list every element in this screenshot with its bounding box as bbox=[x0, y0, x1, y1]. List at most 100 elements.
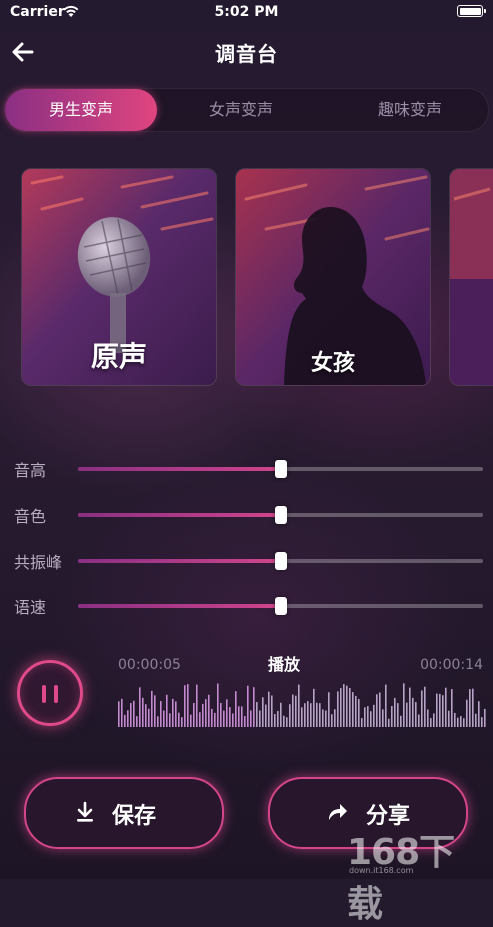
waveform-bar bbox=[298, 684, 300, 727]
waveform-bar bbox=[169, 713, 171, 727]
waveform-bar bbox=[313, 688, 315, 727]
waveform-bar bbox=[382, 709, 384, 727]
save-button[interactable]: 保存 bbox=[24, 777, 224, 849]
waveform-bar bbox=[397, 703, 399, 727]
waveform-bar bbox=[367, 706, 369, 727]
waveform-bar bbox=[205, 699, 207, 727]
waveform-bar bbox=[268, 691, 270, 727]
waveform-bar bbox=[436, 693, 438, 727]
slider-fill bbox=[78, 604, 281, 608]
waveform-bar bbox=[235, 691, 237, 727]
waveform-bar bbox=[238, 706, 240, 727]
slider-thumb[interactable] bbox=[274, 552, 287, 570]
slider-formant: 共振峰 bbox=[0, 545, 493, 575]
waveform-bar bbox=[448, 710, 450, 727]
waveform-bar bbox=[370, 711, 372, 727]
waveform-bar bbox=[415, 702, 417, 727]
waveform-bar bbox=[121, 698, 123, 727]
waveform-bar bbox=[181, 717, 183, 727]
waveform-bar bbox=[355, 695, 357, 727]
waveform-bar bbox=[145, 704, 147, 727]
waveform-bar bbox=[358, 699, 360, 727]
waveform-bar bbox=[265, 704, 267, 727]
waveform-bar bbox=[307, 701, 309, 727]
waveform-bar bbox=[412, 697, 414, 727]
waveform-bar bbox=[133, 700, 135, 727]
card-background-image bbox=[450, 169, 493, 385]
waveform-bar bbox=[175, 701, 177, 727]
slider-thumb[interactable] bbox=[274, 460, 287, 478]
tab-female-voice[interactable]: 女声变声 bbox=[165, 89, 317, 131]
waveform-bar bbox=[292, 694, 294, 727]
status-time: 5:02 PM bbox=[214, 4, 279, 20]
waveform-bar bbox=[427, 709, 429, 727]
slider-track[interactable] bbox=[78, 506, 483, 524]
waveform-bar bbox=[310, 703, 312, 727]
slider-label: 音高 bbox=[14, 461, 47, 480]
slider-pitch: 音高 bbox=[0, 453, 493, 483]
voice-card-list: 原声 女孩 bbox=[0, 168, 493, 386]
waveform-bar bbox=[442, 695, 444, 727]
waveform-bar bbox=[127, 710, 129, 727]
slider-track[interactable] bbox=[78, 552, 483, 570]
tab-male-voice[interactable]: 男生变声 bbox=[5, 89, 157, 131]
waveform-bar bbox=[244, 716, 246, 727]
waveform-bar bbox=[340, 688, 342, 727]
waveform-bar bbox=[166, 694, 168, 727]
voice-card-partial[interactable] bbox=[449, 168, 493, 386]
waveform-bar bbox=[196, 684, 198, 727]
waveform-bar bbox=[373, 704, 375, 727]
waveform-bar bbox=[352, 692, 354, 727]
waveform-bar bbox=[472, 688, 474, 727]
waveform-bar bbox=[457, 717, 459, 727]
waveform-bar bbox=[322, 709, 324, 727]
waveform-bar bbox=[343, 684, 345, 727]
waveform-bar bbox=[484, 708, 486, 727]
download-icon bbox=[77, 801, 93, 822]
waveform-bar bbox=[460, 716, 462, 727]
voice-card-label: 原声 bbox=[90, 340, 147, 373]
waveform-bar bbox=[247, 685, 249, 727]
waveform-bar bbox=[130, 703, 132, 727]
total-time: 00:00:14 bbox=[420, 657, 483, 673]
waveform-bar bbox=[439, 693, 441, 727]
waveform-bar bbox=[403, 683, 405, 727]
waveform-bar bbox=[142, 697, 144, 727]
waveform-bar bbox=[241, 706, 243, 727]
waveform-bar bbox=[148, 708, 150, 727]
waveform-bar bbox=[136, 716, 138, 727]
pause-button[interactable] bbox=[17, 660, 83, 726]
slider-label: 音色 bbox=[14, 507, 47, 526]
page-title: 调音台 bbox=[215, 42, 278, 66]
waveform-bar bbox=[325, 710, 327, 727]
waveform-bar bbox=[226, 699, 228, 727]
waveform-bar bbox=[385, 684, 387, 727]
waveform-bar bbox=[220, 702, 222, 727]
voice-card-original[interactable]: 原声 bbox=[21, 168, 217, 386]
play-button[interactable]: 播放 bbox=[268, 651, 300, 675]
slider-speed: 语速 bbox=[0, 590, 493, 620]
waveform-bar bbox=[163, 710, 165, 727]
site-watermark: 168下载 down.it168.com bbox=[347, 827, 487, 925]
tab-fun-voice[interactable]: 趣味变声 bbox=[331, 89, 489, 131]
slider-track[interactable] bbox=[78, 597, 483, 615]
waveform-bar bbox=[184, 685, 186, 727]
waveform-bar bbox=[202, 703, 204, 727]
waveform-bar bbox=[160, 701, 162, 727]
waveform-bar bbox=[316, 702, 318, 727]
slider-thumb[interactable] bbox=[274, 506, 287, 524]
waveform-bar bbox=[124, 714, 126, 727]
navigation-bar: 调音台 bbox=[0, 30, 493, 74]
slider-thumb[interactable] bbox=[274, 597, 287, 615]
share-arrow-icon bbox=[329, 804, 347, 820]
waveform-bar bbox=[199, 712, 201, 727]
waveform-bar bbox=[232, 713, 234, 727]
waveform-bar bbox=[433, 713, 435, 727]
slider-track[interactable] bbox=[78, 460, 483, 478]
waveform-bar bbox=[214, 712, 216, 727]
audio-waveform[interactable] bbox=[118, 681, 487, 727]
waveform-bar bbox=[190, 714, 192, 727]
voice-card-girl[interactable]: 女孩 bbox=[235, 168, 431, 386]
watermark-text: 168下载 bbox=[347, 832, 455, 925]
waveform-bar bbox=[466, 699, 468, 727]
